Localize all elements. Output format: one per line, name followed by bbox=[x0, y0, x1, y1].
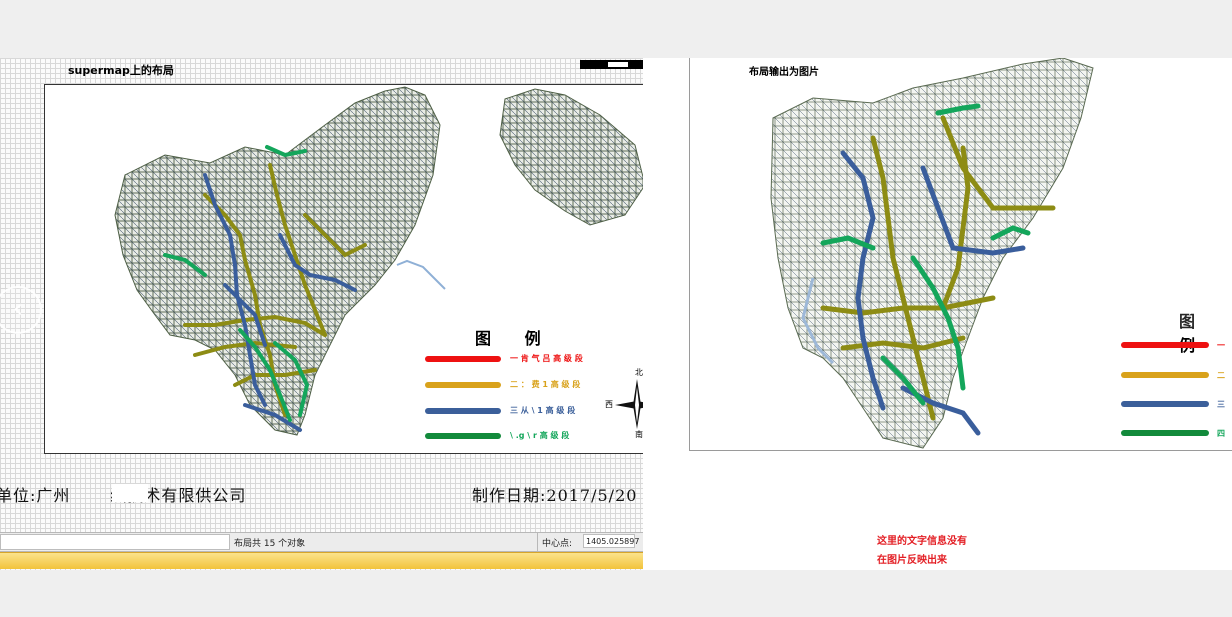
right-legend-line-1 bbox=[1121, 342, 1209, 348]
status-field bbox=[0, 534, 230, 550]
exported-map bbox=[770, 58, 1094, 449]
exported-image-view: 布局输出为图片 图 一 二 三 四 这里的文字信息没有 在图片反映出来 bbox=[643, 58, 1232, 570]
status-bar: 布局共 15 个对象 中心点: 1405.025897 bbox=[0, 532, 643, 552]
legend-title: 图 例 bbox=[475, 329, 555, 348]
right-legend-label-2: 二 bbox=[1217, 371, 1225, 380]
chevron-left-icon: ‹ bbox=[12, 294, 24, 324]
taskbar-strip bbox=[0, 552, 643, 569]
left-title: supermap上的布局 bbox=[68, 64, 174, 77]
supermap-layout-view: supermap上的布局 图 例 一 肯 气 吕 高 级 段 二 ： 费 1 高… bbox=[0, 58, 643, 570]
legend-label-level1: 一 肯 气 吕 高 级 段 bbox=[510, 354, 583, 363]
note-text-line1: 这里的文字信息没有 bbox=[877, 536, 967, 547]
object-count: 布局共 15 个对象 bbox=[234, 539, 306, 549]
next-button[interactable]: › bbox=[1168, 286, 1216, 334]
legend-label-level4: \ .g \ r 高 级 段 bbox=[510, 431, 570, 440]
center-point-label: 中心点: bbox=[542, 539, 573, 549]
legend-label-level2: 二 ： 费 1 高 级 段 bbox=[510, 380, 581, 389]
layout-paper[interactable]: 图 例 一 肯 气 吕 高 级 段 二 ： 费 1 高 级 段 三 从 \ 1 … bbox=[44, 84, 643, 454]
right-legend-label-3: 三 bbox=[1217, 400, 1225, 409]
chevron-right-icon: › bbox=[1186, 294, 1198, 324]
status-divider bbox=[537, 533, 538, 551]
note-text-line2: 在图片反映出来 bbox=[877, 555, 947, 566]
center-point-value[interactable]: 1405.025897 bbox=[583, 534, 639, 548]
legend-line-level2 bbox=[425, 382, 501, 388]
legend-line-level3 bbox=[425, 408, 501, 414]
scale-bar bbox=[580, 60, 643, 69]
redaction-block bbox=[112, 484, 148, 502]
legend-label-level3: 三 从 \ 1 高 级 段 bbox=[510, 406, 576, 415]
footer-date: 制作日期:2017/5/20 bbox=[472, 486, 638, 505]
map-road-network bbox=[114, 86, 643, 436]
right-legend-label-4: 四 bbox=[1217, 429, 1225, 438]
right-legend-label-1: 一 bbox=[1217, 341, 1225, 350]
compass-icon: 北 西 南 bbox=[605, 368, 643, 439]
right-legend-line-4 bbox=[1121, 430, 1209, 436]
legend-line-level4 bbox=[425, 433, 501, 439]
right-legend-line-3 bbox=[1121, 401, 1209, 407]
legend-line-level1 bbox=[425, 356, 501, 362]
right-legend-line-2 bbox=[1121, 372, 1209, 378]
